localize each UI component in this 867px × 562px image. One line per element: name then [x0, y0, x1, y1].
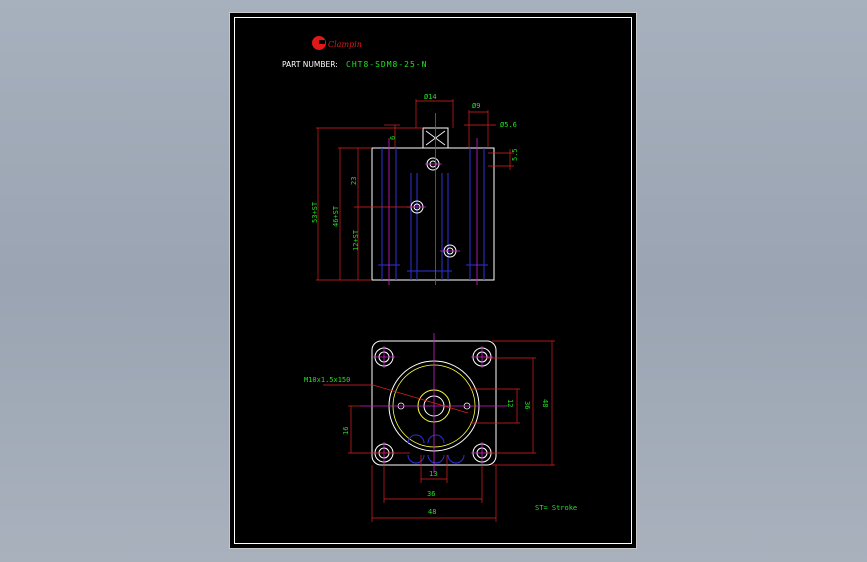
drawing-sheet: Clampin PART NUMBER: CHT8-SDM8-25-N Ø14 …	[229, 12, 637, 549]
brand-name: Clampin	[328, 40, 362, 49]
dim-width-48: 48	[428, 508, 436, 516]
dim-height-36: 36	[523, 401, 531, 409]
side-view: Ø14 Ø9 Ø5.6 6 5.5 23 53+ST 46+ST 12+ST	[311, 93, 519, 285]
dim-small-offset: 6	[389, 136, 397, 140]
dim-hole-dia: Ø5.6	[500, 121, 517, 129]
body-outline	[371, 147, 495, 281]
part-number-label: PART NUMBER:	[282, 60, 338, 69]
ports	[410, 157, 457, 258]
bottom-view: M10x1.5x150 12 36 48 16 13 36 48	[304, 333, 555, 522]
dim-mid-height: 46+ST	[332, 205, 340, 227]
dim-height-16: 16	[342, 427, 350, 435]
bottom-dimension-lines	[323, 340, 555, 522]
cad-drawing: Clampin PART NUMBER: CHT8-SDM8-25-N Ø14 …	[282, 36, 577, 522]
dim-top-width: Ø14	[424, 93, 437, 101]
part-number-value: CHT8-SDM8-25-N	[346, 60, 427, 69]
dim-right-width: Ø9	[472, 102, 480, 110]
dim-right-offset: 5.5	[511, 148, 519, 161]
hidden-lines	[378, 148, 488, 280]
dim-lower-height: 12+ST	[352, 229, 360, 251]
stroke-legend: ST= Stroke	[535, 504, 577, 512]
hidden-ports	[407, 434, 465, 464]
dim-width-13: 13	[429, 470, 437, 478]
dim-height-23: 23	[350, 177, 358, 185]
dim-height-48: 48	[541, 399, 549, 407]
brand-logo: Clampin	[312, 36, 362, 50]
dim-width-36: 36	[427, 490, 435, 498]
dim-height-12: 12	[506, 399, 514, 407]
dim-thread: M10x1.5x150	[304, 376, 350, 384]
side-centerlines	[388, 113, 478, 285]
dim-overall-height: 53+ST	[311, 201, 319, 223]
